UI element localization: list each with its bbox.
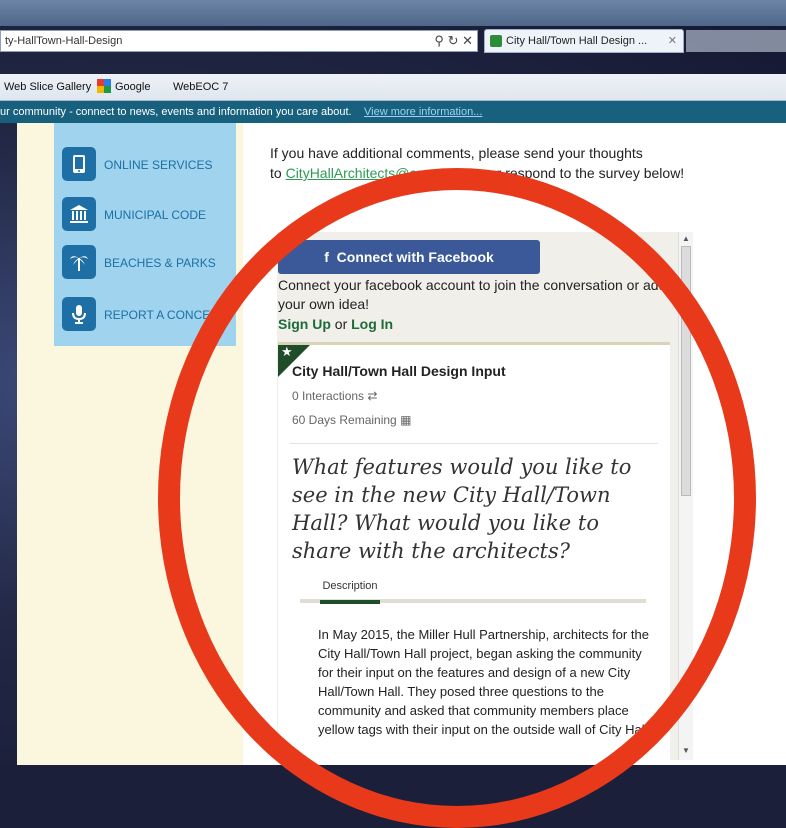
sidebar-item-beaches-parks[interactable]: BEACHES & PARKS <box>62 245 236 281</box>
favorite-webeoc[interactable]: WebEOC 7 <box>173 81 228 93</box>
topic-title[interactable]: City Hall/Town Hall Design Input <box>292 363 506 379</box>
email-link[interactable]: CityHallArchitects@comar.ca.us <box>286 165 485 181</box>
favorites-bar: Web Slice Gallery Google WebEOC 7 <box>0 74 786 101</box>
widget-scrollbar[interactable]: ▲ ▼ <box>678 232 693 760</box>
refresh-icon[interactable]: ↻ <box>448 33 459 48</box>
close-icon[interactable]: ✕ <box>462 33 473 48</box>
days-remaining-label: 60 Days Remaining <box>292 413 397 427</box>
log-in-link[interactable]: Log In <box>351 316 393 332</box>
sidebar-item-municipal-code[interactable]: MUNICIPAL CODE <box>62 197 236 233</box>
intro-line-1: If you have additional comments, please … <box>270 145 643 161</box>
tab-label: City Hall/Town Hall Design ... <box>506 35 648 47</box>
facebook-icon: f <box>324 249 329 265</box>
scroll-up-icon[interactable]: ▲ <box>682 234 690 243</box>
intro-to: to <box>270 165 286 181</box>
sidebar-item-label: BEACHES & PARKS <box>104 256 216 270</box>
topic-card: ★ City Hall/Town Hall Design Input 0 Int… <box>278 342 670 760</box>
view-more-link[interactable]: View more information... <box>364 106 482 118</box>
interactions-label: 0 Interactions <box>292 389 365 403</box>
intro-text: If you have additional comments, please … <box>270 143 780 183</box>
calendar-icon: ▦ <box>400 413 412 427</box>
palm-tree-icon <box>62 245 96 279</box>
fb-button-label: Connect with Facebook <box>336 249 494 265</box>
address-bar[interactable]: ty-HallTown-Hall-Design ⚲ ↻ ✕ <box>0 30 478 52</box>
browser-tab[interactable]: City Hall/Town Hall Design ... ✕ <box>484 29 684 53</box>
scroll-down-icon[interactable]: ▼ <box>682 746 690 755</box>
arrows-swap-icon: ⇄ <box>367 389 378 403</box>
connect-facebook-button[interactable]: f Connect with Facebook <box>278 240 540 274</box>
sidebar-item-label: REPORT A CONCERN <box>104 308 228 322</box>
building-icon <box>62 197 96 231</box>
active-tab-indicator <box>320 600 380 604</box>
sign-up-link[interactable]: Sign Up <box>278 316 331 332</box>
favorite-web-slice-gallery[interactable]: Web Slice Gallery <box>4 81 91 93</box>
or-text: or <box>330 316 352 332</box>
search-icon[interactable]: ⚲ <box>434 33 444 48</box>
topic-question: What features would you like to see in t… <box>292 455 632 563</box>
browser-titlebar <box>0 0 786 26</box>
tablet-icon <box>62 147 96 181</box>
info-bar-message: ur community - connect to news, events a… <box>0 106 352 118</box>
description-body: In May 2015, the Miller Hull Partnership… <box>318 627 652 737</box>
tab-favicon-icon <box>490 35 502 47</box>
intro-line-2: to CityHallArchitects@comar.ca.us or res… <box>270 163 780 183</box>
days-remaining: 60 Days Remaining ▦ <box>292 413 411 427</box>
card-divider <box>290 443 658 444</box>
survey-widget: f Connect with Facebook Connect your fac… <box>277 232 692 760</box>
favorite-google[interactable]: Google <box>115 81 150 93</box>
star-icon: ★ <box>281 344 293 359</box>
sidebar-item-label: ONLINE SERVICES <box>104 158 213 172</box>
tab-close-icon[interactable]: ✕ <box>668 34 677 47</box>
google-icon <box>97 79 111 93</box>
sidebar-item-report-concern[interactable]: REPORT A CONCERN <box>62 297 236 333</box>
sidebar-item-online-services[interactable]: ONLINE SERVICES <box>62 147 236 183</box>
interactions-count: 0 Interactions ⇄ <box>292 389 377 403</box>
intro-rest: or respond to the survey below! <box>484 165 685 181</box>
info-bar: ur community - connect to news, events a… <box>0 101 786 123</box>
sidebar-item-label: MUNICIPAL CODE <box>104 208 207 222</box>
new-tab-area[interactable] <box>686 30 786 52</box>
connect-text: Connect your facebook account to join th… <box>278 277 667 312</box>
microphone-icon <box>62 297 96 331</box>
sidebar-nav: ONLINE SERVICES MUNICIPAL CODE BEACHES &… <box>54 123 236 346</box>
address-url[interactable]: ty-HallTown-Hall-Design <box>5 35 122 47</box>
scroll-thumb[interactable] <box>681 246 691 496</box>
address-controls: ⚲ ↻ ✕ <box>434 33 473 49</box>
tab-description[interactable]: Description <box>320 573 380 603</box>
sign-up-login: Sign Up or Log In <box>278 316 393 332</box>
